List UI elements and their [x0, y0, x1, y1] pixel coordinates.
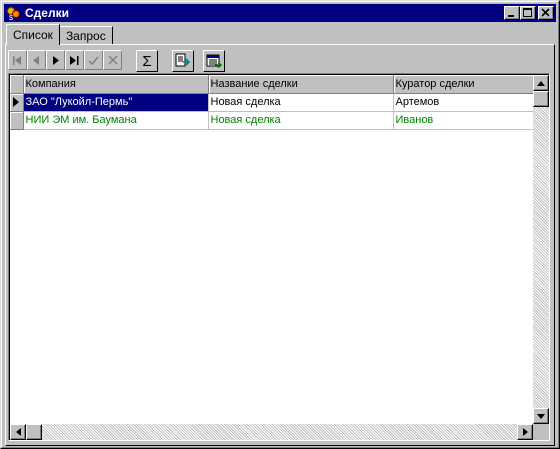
arrow-up-icon — [537, 80, 545, 86]
svg-text:$: $ — [9, 15, 13, 21]
vertical-scroll-thumb[interactable] — [533, 91, 549, 107]
first-record-button[interactable] — [8, 50, 27, 70]
cell-company[interactable]: НИИ ЭМ им. Баумана — [23, 111, 209, 130]
db-navigator — [8, 50, 122, 72]
tab-list[interactable]: Список — [6, 24, 60, 45]
post-button[interactable] — [84, 50, 103, 70]
column-header-company[interactable]: Компания — [23, 75, 209, 94]
cell-curator[interactable]: Артемов — [393, 93, 537, 112]
column-header-curator[interactable]: Куратор сделки — [393, 75, 537, 94]
title-bar[interactable]: $ Сделки — [4, 4, 556, 22]
last-record-button[interactable] — [65, 50, 84, 70]
minimize-icon — [508, 15, 514, 17]
horizontal-scroll-thumb[interactable] — [26, 424, 42, 440]
tab-list-label: Список — [13, 28, 53, 42]
report-button[interactable] — [203, 50, 225, 72]
maximize-icon — [523, 8, 532, 17]
deals-grid[interactable]: Компания Название сделки Куратор сделки … — [8, 73, 550, 441]
column-header-deal-name[interactable]: Название сделки — [208, 75, 394, 94]
close-icon — [541, 8, 550, 17]
scroll-down-button[interactable] — [533, 408, 549, 424]
first-record-icon — [13, 55, 21, 65]
row-indicator[interactable] — [10, 93, 24, 112]
deals-table: Компания Название сделки Куратор сделки … — [10, 75, 537, 130]
current-row-arrow-icon — [13, 97, 19, 107]
report-table-icon — [206, 54, 222, 69]
cell-deal-name[interactable]: Новая сделка — [208, 93, 394, 112]
arrow-left-icon — [15, 428, 21, 436]
prior-record-button[interactable] — [27, 50, 46, 70]
cell-curator[interactable]: Иванов — [393, 111, 537, 130]
row-indicator-header — [10, 75, 24, 94]
tab-query-label: Запрос — [65, 28, 106, 43]
header-row: Компания Название сделки Куратор сделки — [10, 75, 537, 94]
sum-button[interactable]: Σ — [136, 50, 158, 72]
arrow-right-icon — [522, 428, 528, 436]
checkmark-icon — [88, 56, 99, 65]
next-record-icon — [53, 55, 59, 65]
export-button[interactable] — [172, 50, 194, 72]
scroll-up-button[interactable] — [533, 75, 549, 91]
table-row[interactable]: НИИ ЭМ им. Баумана Новая сделка Иванов — [10, 111, 537, 130]
tab-strip: Список Запрос — [6, 24, 113, 45]
cell-deal-name[interactable]: Новая сделка — [208, 111, 394, 130]
table-row[interactable]: ЗАО "Лукойл-Пермь" Новая сделка Артемов — [10, 93, 537, 112]
toolbar: Σ — [8, 50, 225, 72]
horizontal-scrollbar[interactable] — [10, 424, 533, 440]
cancel-x-icon — [107, 55, 118, 65]
row-indicator[interactable] — [10, 111, 24, 130]
cancel-button[interactable] — [103, 50, 122, 70]
scroll-left-button[interactable] — [10, 424, 26, 440]
export-document-icon — [175, 53, 191, 67]
close-button[interactable] — [538, 6, 554, 20]
deals-window: $ Сделки Список Запрос Σ Компания Назван… — [0, 0, 560, 449]
minimize-button[interactable] — [504, 6, 520, 20]
scrollbar-corner — [533, 424, 549, 440]
vertical-scrollbar[interactable] — [533, 75, 549, 424]
tab-query[interactable]: Запрос — [58, 26, 113, 44]
prior-record-icon — [33, 55, 39, 65]
arrow-down-icon — [537, 413, 545, 419]
cell-company[interactable]: ЗАО "Лукойл-Пермь" — [23, 93, 209, 112]
window-title: Сделки — [25, 6, 69, 20]
last-record-icon — [70, 55, 79, 65]
scroll-right-button[interactable] — [517, 424, 533, 440]
maximize-button[interactable] — [520, 6, 536, 20]
sigma-icon: Σ — [142, 52, 152, 70]
next-record-button[interactable] — [46, 50, 65, 70]
app-icon: $ — [6, 5, 22, 22]
